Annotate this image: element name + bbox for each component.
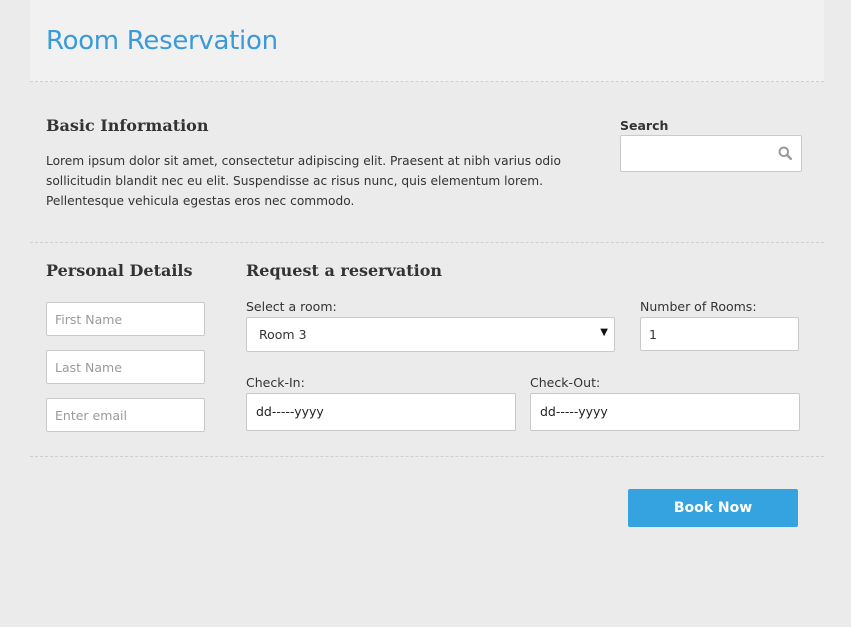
- checkin-date-field[interactable]: dd-----yyyy: [246, 393, 516, 431]
- page-title: Room Reservation: [46, 26, 278, 56]
- checkin-date-value: dd-----yyyy: [256, 404, 324, 419]
- basic-info-text: Lorem ipsum dolor sit amet, consectetur …: [46, 154, 561, 208]
- search-box[interactable]: [620, 135, 802, 172]
- email-field[interactable]: [46, 398, 205, 432]
- reservation-title: Request a reservation: [246, 261, 443, 280]
- search-input[interactable]: [621, 136, 771, 171]
- section-divider: [30, 242, 824, 243]
- last-name-field[interactable]: [46, 350, 205, 384]
- checkout-label: Check-Out:: [530, 375, 601, 390]
- rooms-count-label: Number of Rooms:: [640, 299, 757, 314]
- page-header: Room Reservation: [30, 0, 824, 82]
- room-select-label: Select a room:: [246, 299, 337, 314]
- room-select[interactable]: Room 3 ▼: [246, 317, 615, 352]
- checkout-date-field[interactable]: dd-----yyyy: [530, 393, 800, 431]
- basic-info-title: Basic Information: [46, 116, 209, 135]
- rooms-count-field[interactable]: [640, 317, 799, 351]
- chevron-down-icon: ▼: [600, 327, 608, 338]
- book-now-button[interactable]: Book Now: [628, 489, 798, 527]
- checkin-label: Check-In:: [246, 375, 305, 390]
- search-label: Search: [620, 118, 669, 133]
- checkout-date-value: dd-----yyyy: [540, 404, 608, 419]
- personal-details-title: Personal Details: [46, 261, 193, 280]
- section-divider: [30, 456, 824, 457]
- reservation-page: Room Reservation Basic Information Lorem…: [0, 0, 851, 627]
- room-select-value: Room 3: [259, 327, 307, 342]
- search-icon[interactable]: [778, 146, 792, 160]
- first-name-field[interactable]: [46, 302, 205, 336]
